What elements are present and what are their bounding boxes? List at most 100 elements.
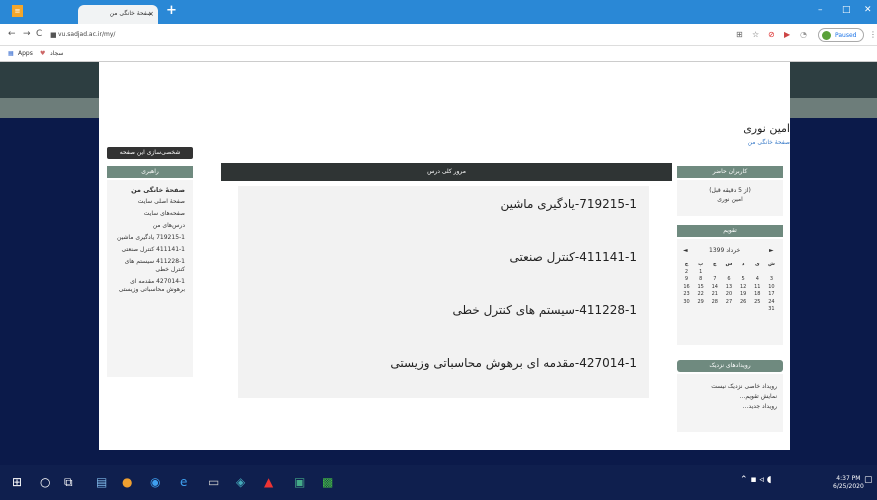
maximize-button[interactable]: □: [842, 5, 851, 15]
calendar-weekdays: جپچسدیش: [680, 261, 778, 269]
calendar-day[interactable]: 25: [751, 299, 764, 307]
pdf-icon[interactable]: ▲: [264, 475, 273, 489]
reload-icon[interactable]: C: [36, 29, 42, 39]
app-icon[interactable]: ●: [122, 475, 132, 489]
tab-title: صفحهٔ خانگی من: [109, 10, 152, 17]
star-icon[interactable]: ☆: [752, 30, 759, 39]
course-link[interactable]: 427014-1-مقدمه ای برهوش محاسباتی وزیستی: [390, 356, 637, 370]
new-event-link[interactable]: رویداد جدید...: [683, 402, 777, 412]
online-user-link[interactable]: امین نوری: [677, 195, 783, 204]
calendar-day[interactable]: 12: [737, 284, 750, 292]
edge-icon[interactable]: e: [180, 475, 187, 489]
task-view-icon[interactable]: ⧉: [64, 475, 73, 490]
apps-bookmark[interactable]: Apps: [18, 50, 33, 57]
calendar-day[interactable]: 18: [751, 291, 764, 299]
tab-close-icon[interactable]: ×: [148, 10, 154, 18]
calendar-day[interactable]: 13: [722, 284, 735, 292]
calendar-day[interactable]: 20: [722, 291, 735, 299]
calendar-day: [751, 269, 764, 277]
calendar-day[interactable]: 30: [680, 299, 693, 307]
home-link[interactable]: صفحهٔ خانگی من: [748, 139, 790, 146]
taskbar-clock[interactable]: 4:37 PM 6/25/2020: [833, 475, 864, 491]
chrome-icon[interactable]: ◉: [150, 475, 160, 489]
translate-icon[interactable]: ⊞: [736, 30, 743, 39]
calendar-day[interactable]: 2: [680, 269, 693, 277]
nav-item[interactable]: 719215-1 یادگیری ماشین: [115, 234, 185, 242]
calendar-day[interactable]: 7: [708, 276, 721, 284]
calendar-day[interactable]: 29: [694, 299, 707, 307]
calendar-day[interactable]: 9: [680, 276, 693, 284]
calendar-day[interactable]: 17: [765, 291, 778, 299]
mail-icon[interactable]: ▭: [208, 475, 219, 489]
minimize-button[interactable]: –: [818, 5, 823, 15]
nav-item[interactable]: 427014-1 مقدمه ای برهوش محاسباتی وزیستی: [115, 278, 185, 294]
calendar-day[interactable]: 5: [737, 276, 750, 284]
close-window-button[interactable]: ✕: [864, 5, 872, 15]
excel-icon[interactable]: ▩: [322, 475, 333, 489]
prev-month-icon[interactable]: ◄: [683, 247, 688, 254]
tray-icons[interactable]: ⌃ ▪ ◃ ◖: [740, 475, 771, 485]
file-explorer-icon[interactable]: ▤: [96, 475, 107, 489]
calendar-day[interactable]: 24: [765, 299, 778, 307]
calendar-day[interactable]: 10: [765, 284, 778, 292]
app-3-icon[interactable]: ▣: [294, 475, 305, 489]
calendar-weekday: چ: [713, 261, 717, 267]
apps-grid-icon[interactable]: ▦: [8, 50, 14, 57]
profile-button[interactable]: Paused: [818, 28, 864, 42]
extension-2-icon[interactable]: ◔: [800, 30, 807, 39]
notifications-icon[interactable]: ▢: [864, 475, 873, 485]
calendar-day[interactable]: 15: [694, 284, 707, 292]
bookmark-link[interactable]: سجاد: [50, 50, 63, 57]
nav-item[interactable]: درس‌های من: [115, 222, 185, 230]
nav-item[interactable]: صفحهٔ خانگی من: [115, 186, 185, 194]
nav-item[interactable]: 411228-1 سیستم های کنترل خطی: [115, 258, 185, 274]
extension-icon[interactable]: ⊘: [768, 30, 775, 39]
calendar-day[interactable]: 22: [694, 291, 707, 299]
course-link[interactable]: 411141-1-کنترل صنعتی: [510, 250, 637, 264]
calendar-week: 31: [680, 306, 778, 314]
calendar-day[interactable]: 21: [708, 291, 721, 299]
calendar-block: ◄ خرداد 1399 ► ج پ چ س د ی ش 2 1 9 8 7 6 5 4 3 16 15 14 13 1…: [677, 239, 783, 345]
calendar-day[interactable]: 19: [737, 291, 750, 299]
calendar-day[interactable]: 14: [708, 284, 721, 292]
forward-icon[interactable]: →: [23, 29, 31, 39]
windows-start-icon[interactable]: ⊞: [12, 475, 22, 489]
no-events-text: رویداد خاصی نزدیک نیست: [711, 383, 777, 390]
course-link[interactable]: 719215-1-یادگیری ماشین: [500, 197, 637, 211]
search-icon[interactable]: ○: [40, 475, 50, 489]
navigation-block: صفحهٔ خانگی من صفحهٔ اصلی سایت صفحه‌های سا…: [107, 180, 193, 377]
nav-item[interactable]: 411141-1 کنترل صنعتی: [115, 246, 185, 254]
calendar-day[interactable]: 27: [722, 299, 735, 307]
calendar-day[interactable]: 31: [765, 306, 778, 314]
calendar-day[interactable]: 23: [680, 291, 693, 299]
calendar-day[interactable]: 6: [722, 276, 735, 284]
calendar-day[interactable]: 3: [765, 276, 778, 284]
app-2-icon[interactable]: ◈: [236, 475, 245, 489]
nav-item[interactable]: صفحه‌های سایت: [115, 210, 185, 218]
menu-icon[interactable]: ⋮: [869, 30, 877, 39]
browser-tab[interactable]: صفحهٔ خانگی من: [78, 5, 158, 24]
calendar-day[interactable]: 1: [694, 269, 707, 277]
calendar-day: [737, 269, 750, 277]
nav-item[interactable]: صفحهٔ اصلی سایت: [115, 198, 185, 206]
course-link[interactable]: 411228-1-سیستم های کنترل خطی: [453, 303, 637, 317]
calendar-day[interactable]: 4: [751, 276, 764, 284]
avatar: [822, 31, 831, 40]
url-field[interactable]: vu.sadjad.ac.ir/my/: [58, 31, 115, 38]
online-period: (از 5 دقیقه قبل): [709, 187, 751, 194]
navigation-block-title: راهبری: [107, 166, 193, 178]
play-icon[interactable]: ▶: [784, 30, 790, 39]
back-icon[interactable]: ←: [8, 29, 16, 39]
go-to-calendar-link[interactable]: نمایش تقویم...: [683, 392, 777, 402]
online-users-title: کاربران حاضر: [677, 166, 783, 178]
next-month-icon[interactable]: ►: [769, 247, 774, 254]
calendar-day: [765, 269, 778, 277]
calendar-day[interactable]: 26: [737, 299, 750, 307]
calendar-day[interactable]: 28: [708, 299, 721, 307]
customize-page-button[interactable]: شخصی‌سازی این صفحه: [107, 147, 193, 159]
new-tab-button[interactable]: +: [166, 3, 177, 18]
calendar-day: [708, 306, 721, 314]
calendar-day[interactable]: 16: [680, 284, 693, 292]
calendar-day[interactable]: 11: [751, 284, 764, 292]
calendar-day[interactable]: 8: [694, 276, 707, 284]
